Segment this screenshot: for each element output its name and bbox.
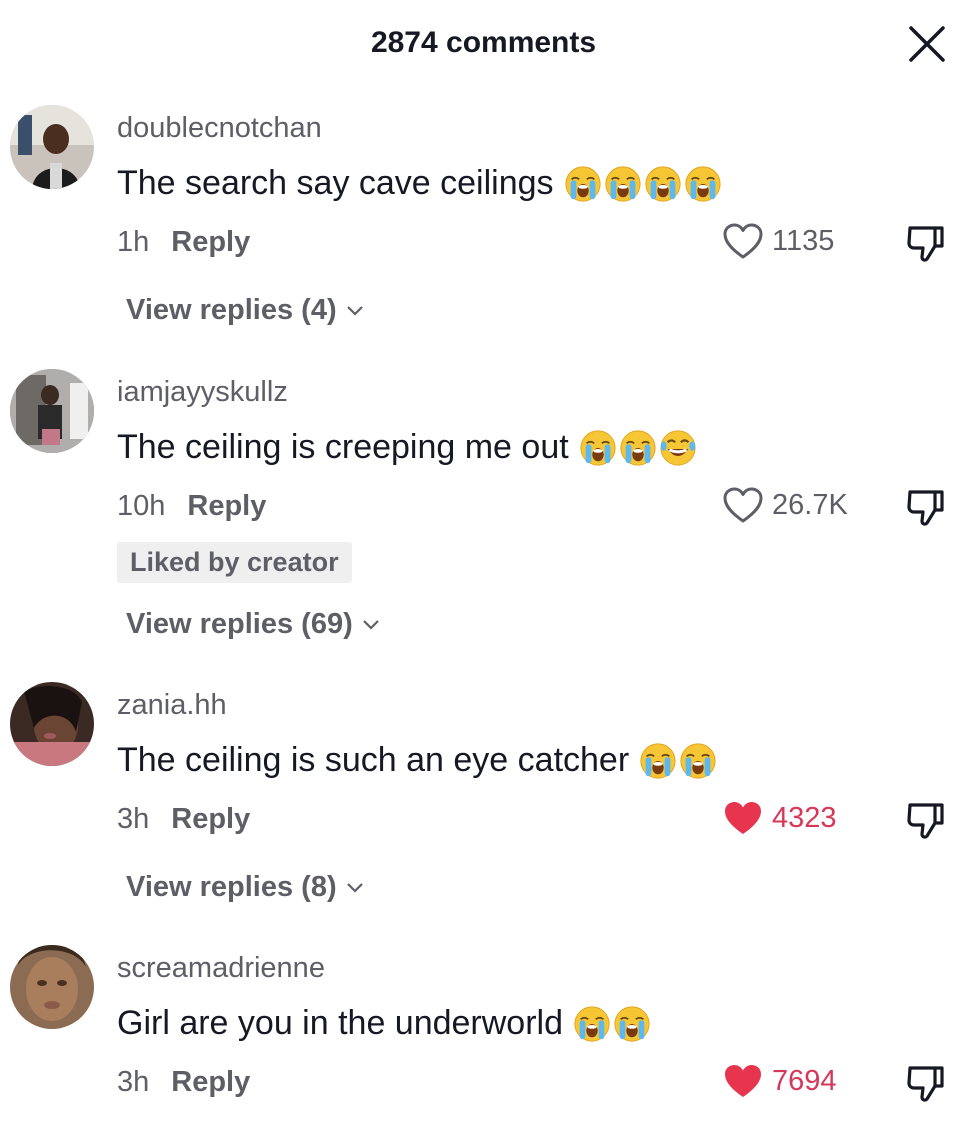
chevron-down-icon [346, 882, 363, 893]
comment-username[interactable]: doublecnotchan [117, 112, 322, 145]
like-button[interactable]: 4323 [722, 799, 837, 837]
comment-time: 3h [117, 1066, 150, 1098]
avatar[interactable] [10, 945, 94, 1029]
emoji-group [639, 742, 719, 780]
comment-username[interactable]: zania.hh [117, 689, 227, 722]
loudly-crying-face-icon [604, 165, 641, 202]
loudly-crying-face-icon [564, 165, 601, 202]
comment-body: The ceiling is such an eye catcher [117, 741, 630, 779]
chevron-down-icon [362, 619, 379, 630]
view-replies-label: View replies (4) [126, 294, 337, 326]
emoji-group [573, 1005, 653, 1043]
heart-outline-icon [723, 223, 763, 259]
avatar[interactable] [10, 105, 94, 189]
loudly-crying-face-icon [574, 1005, 610, 1042]
reply-button[interactable]: Reply [171, 226, 250, 258]
comment-time: 10h [117, 490, 166, 522]
comment-username[interactable]: iamjayyskullz [117, 376, 288, 409]
comments-header: 2874 comments [0, 0, 967, 90]
close-button[interactable] [905, 22, 949, 66]
like-count: 26.7K [772, 488, 848, 521]
view-replies-button[interactable]: View replies (8) [126, 871, 365, 904]
thumbs-down-icon [907, 226, 944, 262]
comment-meta: 3h Reply [117, 1066, 250, 1099]
dislike-button[interactable] [905, 222, 947, 264]
loudly-crying-face-icon [620, 429, 656, 466]
thumbs-down-icon [907, 490, 944, 526]
avatar[interactable] [10, 369, 94, 453]
face-with-tears-of-joy-icon [660, 429, 696, 466]
dislike-button[interactable] [905, 486, 947, 528]
avatar[interactable] [10, 682, 94, 766]
comment-text: The ceiling is such an eye catcher [117, 741, 719, 780]
liked-by-creator-badge: Liked by creator [117, 542, 352, 583]
thumbs-down-icon [907, 1066, 944, 1102]
comment-body: The ceiling is creeping me out [117, 428, 569, 466]
chevron-down-icon [346, 305, 363, 316]
comment-text: The ceiling is creeping me out [117, 428, 699, 467]
loudly-crying-face-icon [644, 165, 681, 202]
loudly-crying-face-icon [640, 742, 676, 779]
like-button[interactable]: 26.7K [722, 486, 848, 524]
like-count: 4323 [772, 801, 837, 834]
comments-count-title: 2874 comments [370, 26, 597, 59]
heart-filled-icon [725, 802, 761, 834]
comment-text: Girl are you in the underworld [117, 1004, 653, 1043]
dislike-button[interactable] [905, 1062, 947, 1104]
heart-outline-icon [723, 487, 763, 523]
view-replies-label: View replies (8) [126, 871, 337, 903]
close-icon [909, 26, 945, 62]
comment-meta: 10h Reply [117, 490, 266, 523]
dislike-button[interactable] [905, 799, 947, 841]
loudly-crying-face-icon [614, 1005, 650, 1042]
view-replies-button[interactable]: View replies (4) [126, 294, 365, 327]
view-replies-button[interactable]: View replies (69) [126, 608, 381, 641]
like-button[interactable]: 1135 [722, 222, 834, 260]
comment-text: The search say cave ceilings [117, 164, 724, 203]
emoji-group [564, 165, 724, 203]
loudly-crying-face-icon [580, 429, 616, 466]
reply-button[interactable]: Reply [187, 490, 266, 522]
thumbs-down-icon [907, 803, 944, 839]
view-replies-label: View replies (69) [126, 608, 353, 640]
comment-body: Girl are you in the underworld [117, 1004, 564, 1042]
like-count: 7694 [772, 1064, 837, 1097]
emoji-group [579, 429, 699, 467]
comment-body: The search say cave ceilings [117, 164, 554, 202]
comment-username[interactable]: screamadrienne [117, 952, 325, 985]
reply-button[interactable]: Reply [171, 1066, 250, 1098]
heart-filled-icon [725, 1065, 761, 1097]
comment-time: 3h [117, 803, 150, 835]
comment-meta: 1h Reply [117, 226, 250, 259]
loudly-crying-face-icon [680, 742, 716, 779]
loudly-crying-face-icon [684, 165, 721, 202]
like-count: 1135 [772, 224, 835, 257]
comment-time: 1h [117, 226, 150, 258]
like-button[interactable]: 7694 [722, 1062, 837, 1100]
comment-meta: 3h Reply [117, 803, 250, 836]
reply-button[interactable]: Reply [171, 803, 250, 835]
